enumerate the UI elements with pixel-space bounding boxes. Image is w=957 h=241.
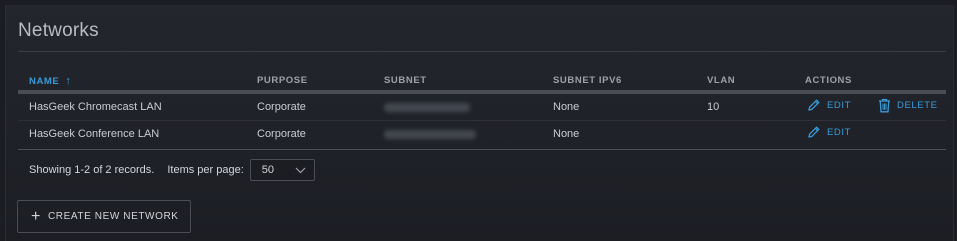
- items-per-page-value: 50: [261, 164, 275, 176]
- table-row: HasGeek Chromecast LAN Corporate None 10…: [18, 94, 946, 120]
- page-title: Networks: [18, 20, 99, 41]
- edit-button[interactable]: EDIT: [807, 125, 851, 139]
- pencil-icon: [808, 99, 820, 111]
- trash-icon: [879, 98, 890, 113]
- network-subnet-ipv6: None: [553, 101, 580, 113]
- pencil-icon: [808, 126, 820, 138]
- plus-icon: +: [31, 207, 41, 225]
- create-new-network-button[interactable]: + CREATE NEW NETWORK: [17, 200, 191, 233]
- edit-button-label: EDIT: [827, 126, 852, 138]
- table-row: HasGeek Conference LAN Corporate None ED…: [18, 121, 946, 147]
- column-header-vlan[interactable]: VLAN: [707, 75, 735, 86]
- column-header-name-label: NAME: [29, 76, 60, 87]
- network-subnet-ipv6: None: [553, 128, 580, 140]
- column-header-subnet-ipv6[interactable]: SUBNET IPV6: [553, 75, 622, 86]
- network-vlan: 10: [707, 101, 720, 113]
- column-header-actions: ACTIONS: [805, 75, 852, 86]
- chevron-down-icon: [295, 167, 306, 174]
- delete-button[interactable]: DELETE: [878, 98, 938, 113]
- table-bottom-divider: [18, 149, 946, 150]
- edit-button[interactable]: EDIT: [807, 98, 851, 112]
- column-header-name[interactable]: NAME ↑: [29, 75, 71, 87]
- network-subnet-redacted: [384, 128, 476, 142]
- network-purpose: Corporate: [257, 101, 306, 113]
- create-new-network-label: CREATE NEW NETWORK: [47, 211, 179, 222]
- pagination-footer: Showing 1-2 of 2 records. Items per page…: [29, 158, 315, 182]
- network-subnet-redacted: [384, 101, 470, 115]
- table-header: NAME ↑ PURPOSE SUBNET SUBNET IPV6 VLAN AC…: [18, 71, 946, 90]
- edit-button-label: EDIT: [827, 99, 852, 111]
- column-header-purpose[interactable]: PURPOSE: [257, 75, 308, 86]
- items-per-page-label: Items per page:: [167, 164, 244, 176]
- network-purpose: Corporate: [257, 128, 306, 140]
- network-name: HasGeek Chromecast LAN: [29, 101, 162, 113]
- column-header-subnet[interactable]: SUBNET: [384, 75, 427, 86]
- records-count: Showing 1-2 of 2 records.: [29, 164, 155, 176]
- delete-button-label: DELETE: [897, 100, 938, 111]
- items-per-page-select[interactable]: 50: [249, 159, 315, 181]
- title-divider: [18, 51, 946, 52]
- network-name: HasGeek Conference LAN: [29, 128, 160, 140]
- sort-up-arrow-icon: ↑: [65, 75, 72, 87]
